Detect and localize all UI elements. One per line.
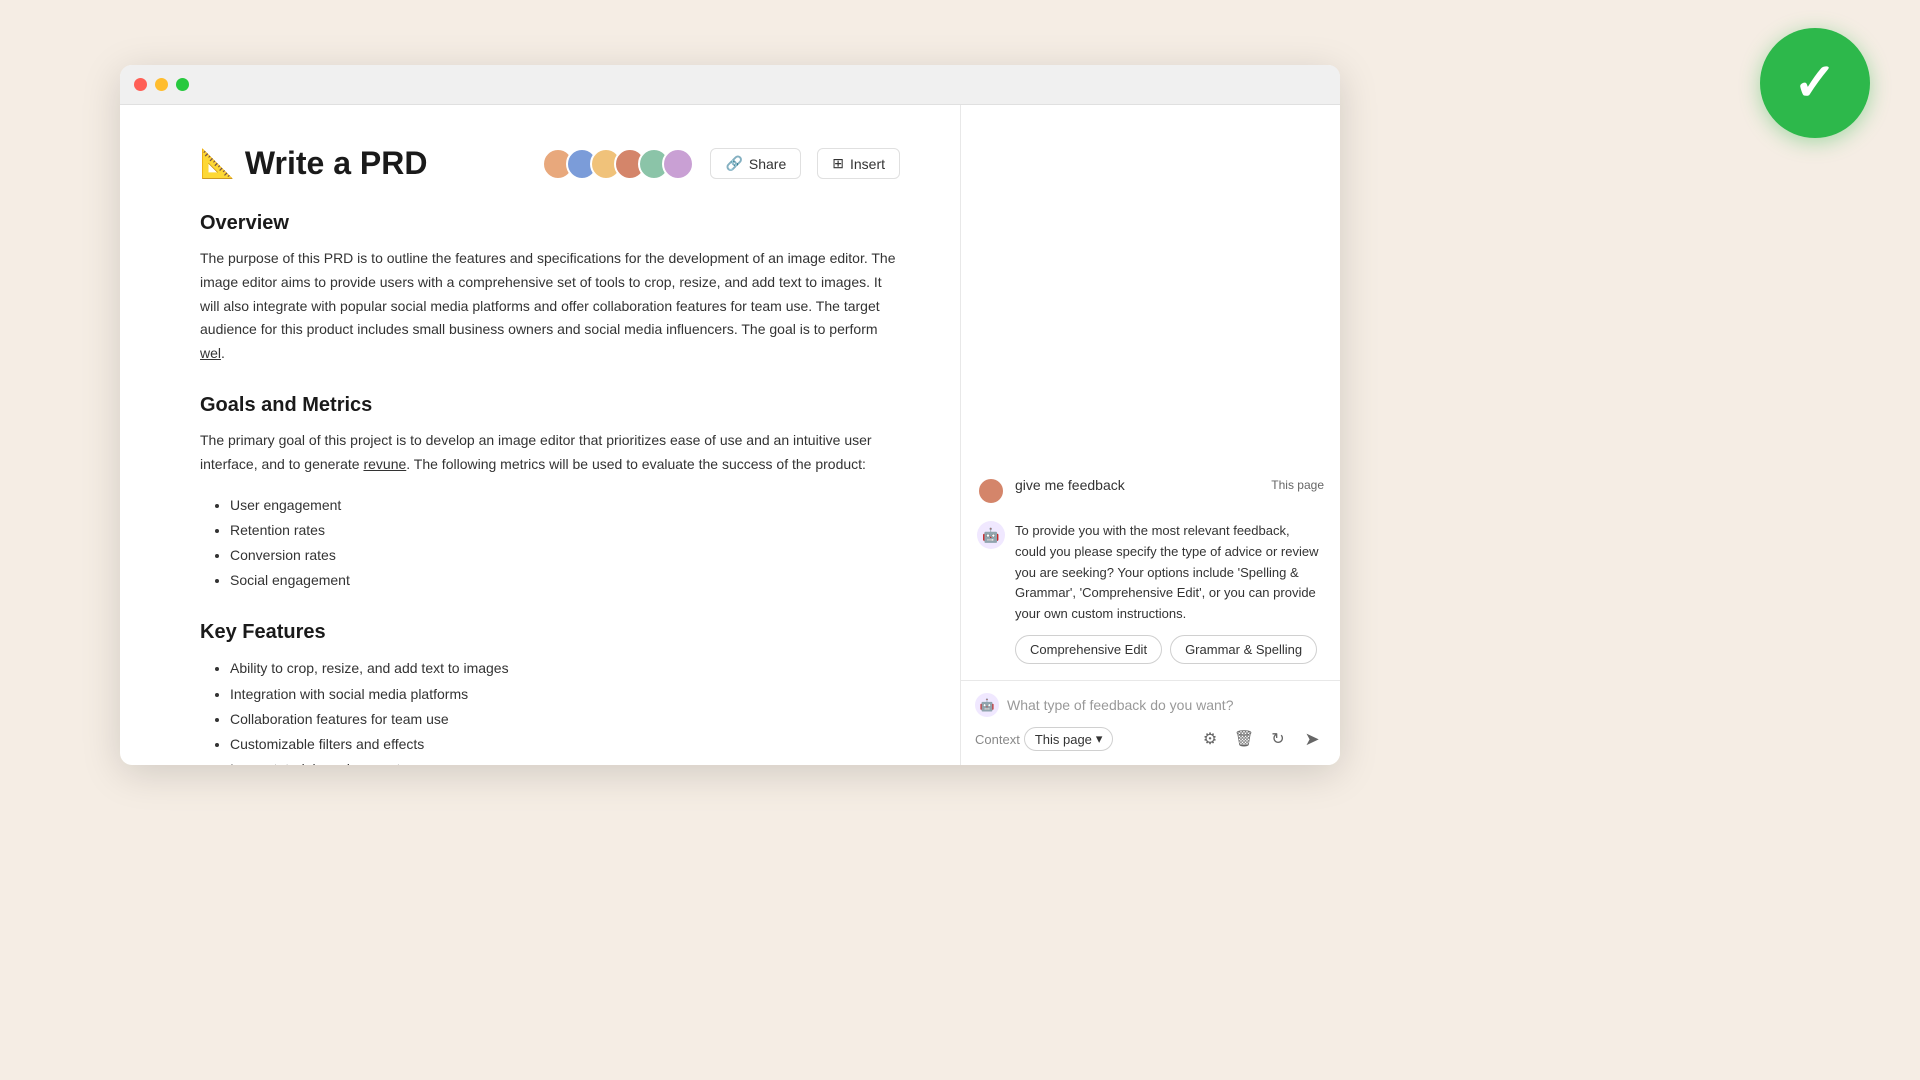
list-item: Integration with social media platforms: [230, 682, 900, 707]
browser-content: 📐 Write a PRD 🔗 Share: [120, 105, 1340, 765]
insert-icon: ⊞: [832, 155, 844, 172]
doc-header: 📐 Write a PRD 🔗 Share: [200, 145, 900, 182]
chevron-down-icon: ▾: [1096, 731, 1103, 747]
goals-highlight: revune: [363, 456, 406, 472]
overview-paragraph: The purpose of this PRD is to outline th…: [200, 247, 900, 366]
goals-heading: Goals and Metrics: [200, 394, 900, 417]
delete-icon-button[interactable]: 🗑: [1230, 725, 1258, 753]
list-item: In-app tutorials and support: [230, 757, 900, 765]
chat-input[interactable]: [1007, 697, 1326, 713]
context-actions: ⚙ 🗑 ↻ ➤: [1196, 725, 1326, 753]
features-heading: Key Features: [200, 621, 900, 644]
ai-message-text: To provide you with the most relevant fe…: [1015, 521, 1324, 625]
chat-panel: give me feedback This page 🤖 To provide …: [960, 105, 1340, 765]
context-this-page-selector[interactable]: This page ▾: [1024, 727, 1114, 751]
list-item: Social engagement: [230, 568, 900, 593]
share-button[interactable]: 🔗 Share: [710, 148, 801, 179]
send-button[interactable]: ➤: [1298, 725, 1326, 753]
context-label: Context: [975, 732, 1020, 747]
current-user-avatar[interactable]: [662, 148, 694, 180]
message-context-badge: This page: [1271, 478, 1324, 492]
doc-icon: 📐: [200, 147, 235, 180]
page-title: Write a PRD: [245, 145, 428, 182]
insert-button[interactable]: ⊞ Insert: [817, 148, 900, 179]
chat-messages: give me feedback This page 🤖 To provide …: [961, 105, 1340, 680]
goals-list: User engagement Retention rates Conversi…: [230, 493, 900, 594]
doc-title-row: 📐 Write a PRD: [200, 145, 427, 182]
list-item: Customizable filters and effects: [230, 732, 900, 757]
chat-input-area: 🤖 Context This page ▾ ⚙ 🗑 ↻: [961, 680, 1340, 765]
overview-heading: Overview: [200, 212, 900, 235]
close-button[interactable]: [134, 78, 147, 91]
list-item: User engagement: [230, 493, 900, 518]
toolbar-right: 🔗 Share ⊞ Insert: [542, 148, 900, 180]
refresh-icon-button[interactable]: ↻: [1264, 725, 1292, 753]
context-this-page-text: This page: [1035, 732, 1092, 747]
suggestion-buttons: Comprehensive Edit Grammar & Spelling: [1015, 635, 1324, 664]
user-message-row: give me feedback This page: [977, 477, 1324, 505]
check-icon: ✓: [1793, 57, 1837, 109]
title-bar: [120, 65, 1340, 105]
maximize-button[interactable]: [176, 78, 189, 91]
chat-input-row: 🤖: [975, 693, 1326, 717]
document-area: 📐 Write a PRD 🔗 Share: [120, 105, 960, 765]
grammar-spelling-button[interactable]: Grammar & Spelling: [1170, 635, 1317, 664]
list-item: Retention rates: [230, 518, 900, 543]
goals-paragraph: The primary goal of this project is to d…: [200, 429, 900, 477]
list-item: Conversion rates: [230, 543, 900, 568]
user-message-text: give me feedback: [1015, 477, 1125, 493]
success-checkmark: ✓: [1760, 28, 1870, 138]
input-ai-icon: 🤖: [975, 693, 999, 717]
chat-toolbar: Context This page ▾ ⚙ 🗑 ↻ ➤: [975, 725, 1326, 753]
list-item: Collaboration features for team use: [230, 707, 900, 732]
ai-avatar: 🤖: [977, 521, 1005, 549]
ai-message-row: 🤖 To provide you with the most relevant …: [977, 521, 1324, 664]
comprehensive-edit-button[interactable]: Comprehensive Edit: [1015, 635, 1162, 664]
share-icon: 🔗: [725, 155, 742, 172]
browser-window: 📐 Write a PRD 🔗 Share: [120, 65, 1340, 765]
user-message-avatar: [977, 477, 1005, 505]
features-list: Ability to crop, resize, and add text to…: [230, 656, 900, 765]
minimize-button[interactable]: [155, 78, 168, 91]
list-item: Ability to crop, resize, and add text to…: [230, 656, 900, 681]
collaborator-avatars: [542, 148, 694, 180]
user-message: give me feedback This page: [1015, 477, 1324, 493]
overview-highlight: wel: [200, 345, 221, 361]
context-selector: Context This page ▾: [975, 727, 1113, 751]
settings-icon-button[interactable]: ⚙: [1196, 725, 1224, 753]
